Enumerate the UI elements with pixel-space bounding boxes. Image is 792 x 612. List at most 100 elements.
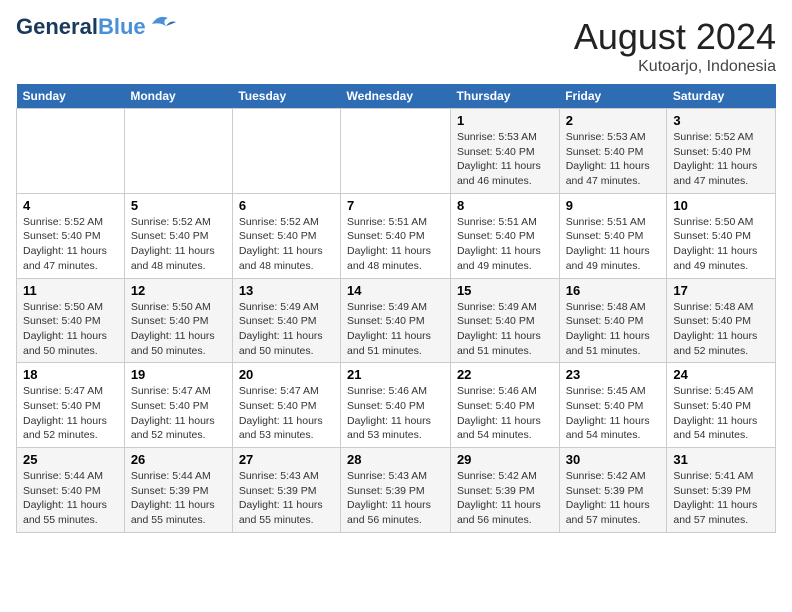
day-info: Sunrise: 5:52 AM Sunset: 5:40 PM Dayligh…: [131, 215, 226, 274]
day-of-week-header: Wednesday: [341, 84, 451, 109]
calendar-week-row: 1Sunrise: 5:53 AM Sunset: 5:40 PM Daylig…: [17, 109, 776, 194]
day-info: Sunrise: 5:48 AM Sunset: 5:40 PM Dayligh…: [566, 300, 661, 359]
day-info: Sunrise: 5:44 AM Sunset: 5:39 PM Dayligh…: [131, 469, 226, 528]
calendar-cell: 1Sunrise: 5:53 AM Sunset: 5:40 PM Daylig…: [450, 109, 559, 194]
day-info: Sunrise: 5:47 AM Sunset: 5:40 PM Dayligh…: [23, 384, 118, 443]
day-info: Sunrise: 5:52 AM Sunset: 5:40 PM Dayligh…: [673, 130, 769, 189]
day-number: 13: [239, 283, 334, 298]
day-number: 30: [566, 452, 661, 467]
day-number: 22: [457, 367, 553, 382]
calendar-week-row: 4 Sunrise: 5:52 AM Sunset: 5:40 PM Daylig…: [17, 193, 776, 278]
day-info: Sunrise: 5:47 AM Sunset: 5:40 PM Dayligh…: [239, 384, 334, 443]
month-title: August 2024: [574, 16, 776, 58]
calendar-cell: 4 Sunrise: 5:52 AM Sunset: 5:40 PM Daylig…: [17, 193, 125, 278]
day-number: 11: [23, 283, 118, 298]
calendar-cell: 15Sunrise: 5:49 AM Sunset: 5:40 PM Dayli…: [450, 278, 559, 363]
calendar-cell: 7 Sunrise: 5:51 AM Sunset: 5:40 PM Daylig…: [341, 193, 451, 278]
calendar-cell: 30 Sunrise: 5:42 AM Sunset: 5:39 PM Dayli…: [559, 448, 667, 533]
day-info: Sunrise: 5:49 AM Sunset: 5:40 PM Dayligh…: [239, 300, 334, 359]
calendar-week-row: 25 Sunrise: 5:44 AM Sunset: 5:40 PM Dayli…: [17, 448, 776, 533]
calendar-cell: 19 Sunrise: 5:47 AM Sunset: 5:40 PM Dayli…: [124, 363, 232, 448]
day-info: Sunrise: 5:43 AM Sunset: 5:39 PM Dayligh…: [347, 469, 444, 528]
page-header: GeneralBlue August 2024 Kutoarjo, Indone…: [16, 16, 776, 76]
day-number: 19: [131, 367, 226, 382]
calendar-cell: 31Sunrise: 5:41 AM Sunset: 5:39 PM Dayli…: [667, 448, 776, 533]
calendar-cell: [232, 109, 340, 194]
day-info: Sunrise: 5:42 AM Sunset: 5:39 PM Dayligh…: [566, 469, 661, 528]
calendar-cell: 12 Sunrise: 5:50 AM Sunset: 5:40 PM Dayli…: [124, 278, 232, 363]
calendar-cell: 8Sunrise: 5:51 AM Sunset: 5:40 PM Daylig…: [450, 193, 559, 278]
day-info: Sunrise: 5:51 AM Sunset: 5:40 PM Dayligh…: [347, 215, 444, 274]
calendar-header-row: SundayMondayTuesdayWednesdayThursdayFrid…: [17, 84, 776, 109]
day-number: 20: [239, 367, 334, 382]
day-number: 26: [131, 452, 226, 467]
calendar-cell: 16 Sunrise: 5:48 AM Sunset: 5:40 PM Dayli…: [559, 278, 667, 363]
day-info: Sunrise: 5:53 AM Sunset: 5:40 PM Dayligh…: [566, 130, 661, 189]
logo-text: GeneralBlue: [16, 16, 146, 38]
day-info: Sunrise: 5:44 AM Sunset: 5:40 PM Dayligh…: [23, 469, 118, 528]
day-number: 23: [566, 367, 661, 382]
day-number: 21: [347, 367, 444, 382]
calendar-cell: 28 Sunrise: 5:43 AM Sunset: 5:39 PM Dayli…: [341, 448, 451, 533]
calendar-cell: 24Sunrise: 5:45 AM Sunset: 5:40 PM Dayli…: [667, 363, 776, 448]
calendar-table: SundayMondayTuesdayWednesdayThursdayFrid…: [16, 84, 776, 533]
calendar-cell: 18 Sunrise: 5:47 AM Sunset: 5:40 PM Dayli…: [17, 363, 125, 448]
day-number: 4: [23, 198, 118, 213]
day-info: Sunrise: 5:49 AM Sunset: 5:40 PM Dayligh…: [347, 300, 444, 359]
day-of-week-header: Thursday: [450, 84, 559, 109]
calendar-cell: 3 Sunrise: 5:52 AM Sunset: 5:40 PM Daylig…: [667, 109, 776, 194]
logo-bird-icon: [148, 12, 176, 34]
day-info: Sunrise: 5:51 AM Sunset: 5:40 PM Dayligh…: [566, 215, 661, 274]
day-number: 2: [566, 113, 661, 128]
day-info: Sunrise: 5:45 AM Sunset: 5:40 PM Dayligh…: [566, 384, 661, 443]
day-number: 18: [23, 367, 118, 382]
calendar-week-row: 18 Sunrise: 5:47 AM Sunset: 5:40 PM Dayli…: [17, 363, 776, 448]
calendar-cell: [17, 109, 125, 194]
day-of-week-header: Monday: [124, 84, 232, 109]
day-number: 12: [131, 283, 226, 298]
day-info: Sunrise: 5:43 AM Sunset: 5:39 PM Dayligh…: [239, 469, 334, 528]
day-number: 16: [566, 283, 661, 298]
day-number: 29: [457, 452, 553, 467]
calendar-cell: 6 Sunrise: 5:52 AM Sunset: 5:40 PM Daylig…: [232, 193, 340, 278]
day-of-week-header: Saturday: [667, 84, 776, 109]
day-number: 5: [131, 198, 226, 213]
calendar-cell: 9 Sunrise: 5:51 AM Sunset: 5:40 PM Daylig…: [559, 193, 667, 278]
calendar-cell: 29 Sunrise: 5:42 AM Sunset: 5:39 PM Dayli…: [450, 448, 559, 533]
day-info: Sunrise: 5:42 AM Sunset: 5:39 PM Dayligh…: [457, 469, 553, 528]
day-info: Sunrise: 5:53 AM Sunset: 5:40 PM Dayligh…: [457, 130, 553, 189]
day-of-week-header: Friday: [559, 84, 667, 109]
day-number: 9: [566, 198, 661, 213]
calendar-cell: 14 Sunrise: 5:49 AM Sunset: 5:40 PM Dayli…: [341, 278, 451, 363]
calendar-cell: [341, 109, 451, 194]
calendar-cell: 11 Sunrise: 5:50 AM Sunset: 5:40 PM Dayli…: [17, 278, 125, 363]
calendar-cell: 21Sunrise: 5:46 AM Sunset: 5:40 PM Dayli…: [341, 363, 451, 448]
day-info: Sunrise: 5:50 AM Sunset: 5:40 PM Dayligh…: [131, 300, 226, 359]
calendar-cell: [124, 109, 232, 194]
logo: GeneralBlue: [16, 16, 176, 38]
day-info: Sunrise: 5:47 AM Sunset: 5:40 PM Dayligh…: [131, 384, 226, 443]
day-info: Sunrise: 5:52 AM Sunset: 5:40 PM Dayligh…: [23, 215, 118, 274]
calendar-body: 1Sunrise: 5:53 AM Sunset: 5:40 PM Daylig…: [17, 109, 776, 533]
day-number: 17: [673, 283, 769, 298]
calendar-cell: 20 Sunrise: 5:47 AM Sunset: 5:40 PM Dayli…: [232, 363, 340, 448]
calendar-cell: 22 Sunrise: 5:46 AM Sunset: 5:40 PM Dayli…: [450, 363, 559, 448]
day-number: 27: [239, 452, 334, 467]
day-info: Sunrise: 5:52 AM Sunset: 5:40 PM Dayligh…: [239, 215, 334, 274]
calendar-cell: 26 Sunrise: 5:44 AM Sunset: 5:39 PM Dayli…: [124, 448, 232, 533]
day-info: Sunrise: 5:50 AM Sunset: 5:40 PM Dayligh…: [673, 215, 769, 274]
day-of-week-header: Sunday: [17, 84, 125, 109]
day-number: 3: [673, 113, 769, 128]
day-number: 6: [239, 198, 334, 213]
day-info: Sunrise: 5:46 AM Sunset: 5:40 PM Dayligh…: [457, 384, 553, 443]
day-number: 28: [347, 452, 444, 467]
location: Kutoarjo, Indonesia: [574, 58, 776, 76]
calendar-cell: 5 Sunrise: 5:52 AM Sunset: 5:40 PM Daylig…: [124, 193, 232, 278]
day-number: 7: [347, 198, 444, 213]
calendar-cell: 27 Sunrise: 5:43 AM Sunset: 5:39 PM Dayli…: [232, 448, 340, 533]
day-number: 14: [347, 283, 444, 298]
day-info: Sunrise: 5:50 AM Sunset: 5:40 PM Dayligh…: [23, 300, 118, 359]
day-number: 25: [23, 452, 118, 467]
day-info: Sunrise: 5:48 AM Sunset: 5:40 PM Dayligh…: [673, 300, 769, 359]
day-info: Sunrise: 5:41 AM Sunset: 5:39 PM Dayligh…: [673, 469, 769, 528]
